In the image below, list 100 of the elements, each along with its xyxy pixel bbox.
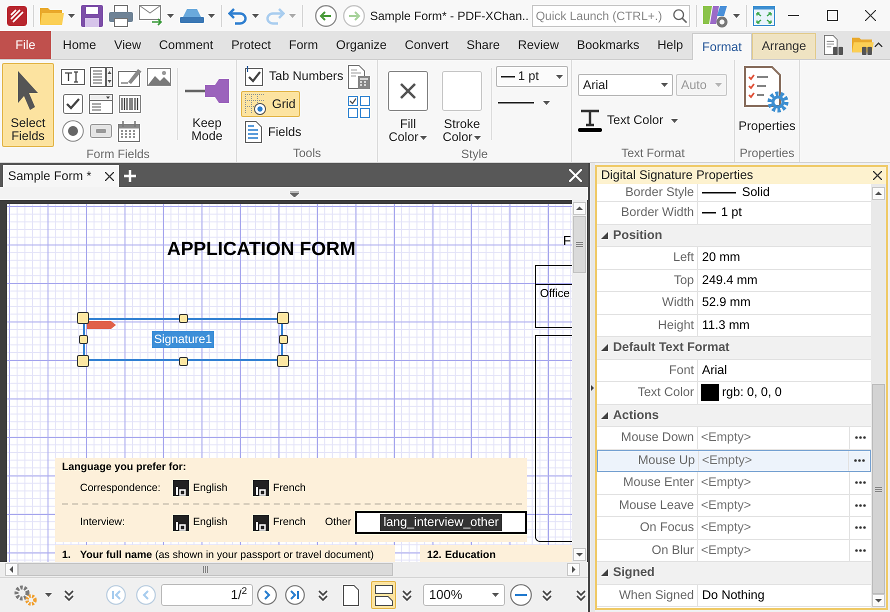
line-style-dropdown[interactable] [498, 101, 550, 105]
menu-tab[interactable]: Review [508, 31, 568, 59]
property-row[interactable]: Mouse Enter <Empty> [597, 472, 871, 494]
menu-tab[interactable]: Format [692, 33, 752, 60]
radio-button-icon[interactable] [62, 120, 84, 142]
caret-icon[interactable] [732, 14, 740, 18]
zoom-dropdown[interactable]: 100% [423, 584, 505, 606]
tool-button[interactable]: Grid [241, 91, 300, 117]
property-row[interactable]: Border Style Solid [597, 184, 871, 202]
text-color-button[interactable]: Text Color [578, 109, 678, 132]
calculator-document-icon[interactable] [348, 65, 370, 89]
barcode-icon[interactable] [119, 95, 141, 113]
chevrons-down-icon[interactable] [542, 590, 552, 600]
resize-handle[interactable] [178, 356, 188, 366]
page-number-field[interactable]: 1/$^{2}$ [161, 584, 253, 606]
section-header[interactable]: Default Text Format [597, 337, 871, 360]
menu-tab[interactable]: File [0, 31, 51, 59]
expanded-arrow-icon[interactable] [601, 344, 608, 352]
fullscreen-icon[interactable] [752, 6, 775, 26]
chevrons-down-icon[interactable] [402, 590, 412, 600]
undo-icon[interactable] [228, 6, 248, 24]
collapse-ribbon-icon[interactable] [874, 42, 883, 48]
expanded-arrow-icon[interactable] [601, 232, 608, 239]
caret-icon[interactable] [45, 593, 52, 597]
properties-button[interactable]: Properties [735, 60, 799, 146]
tool-button[interactable]: Tab Numbers [241, 63, 348, 89]
mail-icon[interactable] [139, 5, 163, 26]
vertical-scrollbar[interactable] [871, 184, 886, 608]
menu-tab[interactable]: Bookmarks [568, 31, 648, 59]
caret-icon[interactable] [208, 14, 215, 18]
scroll-left-icon[interactable] [5, 563, 18, 576]
gears-icon[interactable] [13, 584, 37, 606]
tool-button[interactable]: Fields [241, 119, 306, 145]
scrollbar-thumb[interactable] [872, 384, 885, 594]
property-row[interactable]: Font Arial [597, 360, 871, 382]
checkbox-field-icon[interactable] [173, 480, 189, 496]
font-dropdown[interactable]: Arial [578, 74, 673, 96]
section-header[interactable]: Actions [597, 404, 871, 427]
last-page-icon[interactable] [285, 585, 305, 605]
scroll-down-icon[interactable] [872, 594, 885, 607]
tiles-gear-icon[interactable] [702, 4, 729, 28]
resize-handle[interactable] [277, 312, 289, 324]
signature-pen-icon[interactable] [118, 67, 142, 87]
property-row[interactable]: Mouse Up <Empty> [597, 450, 871, 472]
page-view-button[interactable] [371, 581, 396, 609]
squares-icon[interactable] [348, 96, 370, 118]
resize-handle[interactable] [178, 314, 188, 322]
select-fields-button[interactable]: Select Fields [2, 63, 54, 147]
menu-tab[interactable]: Protect [222, 31, 280, 59]
menu-tab[interactable]: View [105, 31, 150, 59]
property-row[interactable]: Width 52.9 mm [597, 292, 871, 314]
menu-tab[interactable]: Form [280, 31, 327, 59]
menu-tab[interactable]: Organize [326, 31, 396, 59]
search-icon[interactable] [672, 8, 687, 22]
checkbox-icon[interactable] [63, 94, 83, 114]
property-row[interactable]: Mouse Leave <Empty> [597, 494, 871, 517]
checkbox-field-icon[interactable] [253, 480, 269, 496]
property-row[interactable]: Left 20 mm [597, 247, 871, 270]
chevrons-down-icon[interactable] [576, 590, 586, 600]
menu-tab[interactable]: Comment [150, 31, 222, 59]
menu-tab[interactable]: Home [54, 31, 106, 59]
checkbox-field-icon[interactable] [173, 514, 189, 530]
menu-tab[interactable]: Share [458, 31, 509, 59]
maximize-icon[interactable] [826, 10, 838, 21]
section-header[interactable]: Signed [597, 562, 871, 584]
document-binoculars-icon[interactable] [824, 34, 844, 56]
quick-launch-field[interactable]: Quick Launch (CTRL+.) [532, 4, 690, 26]
close-tab-icon[interactable] [105, 172, 114, 180]
resize-handle[interactable] [77, 312, 89, 324]
next-page-icon[interactable] [257, 585, 277, 605]
resize-handle[interactable] [78, 335, 88, 344]
scroll-right-icon[interactable] [567, 563, 580, 576]
add-tab-icon[interactable] [124, 170, 136, 182]
menu-tab[interactable]: Arrange [752, 33, 816, 59]
text-field-icon[interactable] [61, 67, 85, 87]
keep-mode-button[interactable]: Keep Mode [181, 63, 233, 147]
close-icon[interactable] [865, 10, 876, 21]
checkbox-field-icon[interactable] [253, 514, 269, 530]
scroll-up-icon[interactable] [573, 202, 586, 215]
stroke-color-button[interactable]: Stroke Color [438, 63, 486, 147]
text-input-field[interactable]: lang_interview_other [355, 511, 527, 534]
property-row[interactable]: When Signed Do Nothing [597, 584, 871, 607]
scroll-down-icon[interactable] [573, 548, 586, 561]
expanded-arrow-icon[interactable] [601, 569, 608, 576]
caret-icon[interactable] [167, 14, 174, 18]
zoom-out-icon[interactable] [510, 584, 532, 606]
expanded-arrow-icon[interactable] [601, 412, 608, 419]
caret-icon[interactable] [68, 14, 75, 18]
minimize-icon[interactable] [788, 15, 800, 16]
vertical-scrollbar[interactable] [572, 200, 587, 562]
section-header[interactable]: Position [597, 224, 871, 247]
close-icon[interactable] [873, 171, 882, 180]
document-tab[interactable]: Sample Form * [3, 165, 120, 187]
property-row[interactable]: On Focus <Empty> [597, 517, 871, 540]
close-document-icon[interactable] [569, 169, 582, 182]
list-box-icon[interactable] [90, 67, 113, 87]
save-icon[interactable] [81, 4, 103, 26]
caret-icon[interactable] [252, 14, 259, 18]
dropdown-field-icon[interactable] [89, 94, 113, 114]
chevrons-down-icon[interactable] [318, 590, 328, 600]
